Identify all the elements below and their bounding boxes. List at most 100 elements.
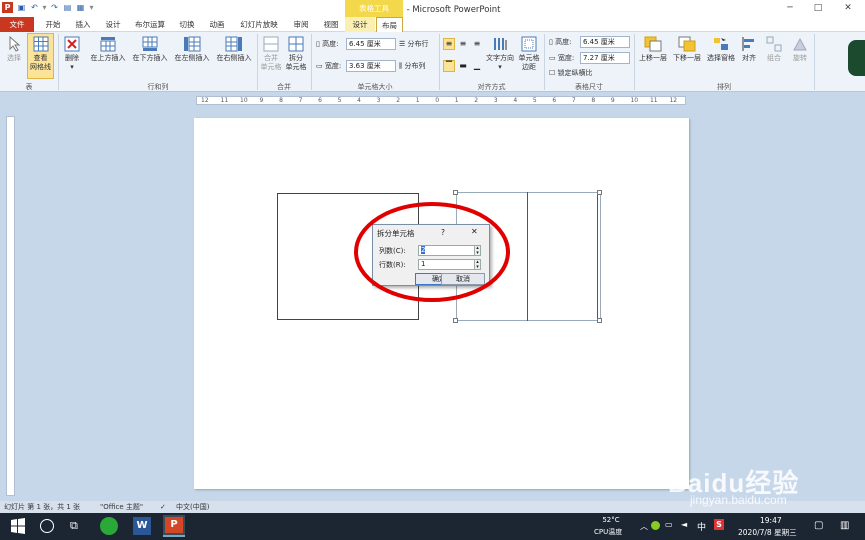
ruler-tick-label: 11 bbox=[220, 97, 229, 104]
cell-height-label: ▯ 高度: bbox=[316, 40, 339, 48]
ruler-tick-label: 0 bbox=[435, 97, 440, 104]
tab-design[interactable]: 设计 bbox=[100, 17, 126, 32]
volume-icon[interactable]: ◄ bbox=[681, 520, 687, 529]
view-label: 查看 bbox=[33, 54, 48, 62]
insert-right-button[interactable]: 在右侧插入 bbox=[213, 36, 255, 63]
insert-below-label: 在下方插入 bbox=[132, 54, 168, 62]
group-button[interactable]: 组合 bbox=[762, 36, 786, 63]
ruler-tick-label: 12 bbox=[669, 97, 678, 104]
tab-boolean[interactable]: 布尔运算 bbox=[130, 17, 170, 32]
selection-pane-icon bbox=[714, 38, 728, 50]
table-width-field[interactable]: 7.27 厘米 bbox=[580, 52, 630, 64]
language: 中文(中国) bbox=[176, 503, 210, 511]
align-right-icon[interactable]: ≡ bbox=[471, 38, 483, 50]
powerpoint-app-icon: P bbox=[165, 517, 183, 533]
resize-handle[interactable] bbox=[453, 318, 458, 323]
powerpoint-taskbar-item[interactable]: P bbox=[163, 515, 185, 537]
windows-start-icon[interactable] bbox=[10, 518, 26, 534]
selection-pane-button[interactable]: 选择窗格 bbox=[704, 36, 738, 63]
align-top-icon[interactable]: ▔ bbox=[443, 60, 455, 72]
maximize-button[interactable]: □ bbox=[808, 2, 828, 15]
cell-margins-button[interactable]: 单元格 边距 bbox=[516, 36, 542, 72]
selection-pane-label: 选择窗格 bbox=[707, 54, 735, 62]
delete-button[interactable]: 删除 ▾ bbox=[61, 36, 83, 72]
show-desktop-icon[interactable]: ▥ bbox=[840, 520, 849, 531]
select-button[interactable]: 选择 bbox=[3, 36, 25, 63]
tab-view[interactable]: 视图 bbox=[318, 17, 344, 32]
taskbar: ⧉ W P 52°C CPU温度 ︿ ▭ ◄ 中 S 19:47 2020/7/… bbox=[0, 513, 865, 540]
bring-forward-button[interactable]: 上移一层 bbox=[636, 36, 670, 63]
network-icon[interactable]: ▭ bbox=[665, 520, 673, 529]
tray-expand-icon[interactable]: ︿ bbox=[640, 521, 648, 532]
slide-info: 幻灯片 第 1 张，共 1 张 bbox=[4, 503, 81, 511]
text-direction-button[interactable]: 文字方向 ▾ bbox=[484, 36, 516, 72]
group-label-alignment: 对齐方式 bbox=[477, 83, 506, 91]
browser-app-icon[interactable] bbox=[100, 517, 118, 535]
search-icon[interactable] bbox=[40, 519, 54, 533]
merge-label-2: 单元格 bbox=[260, 63, 282, 71]
minimize-button[interactable]: ─ bbox=[780, 2, 800, 15]
tab-table-layout[interactable]: 布局 bbox=[376, 17, 403, 32]
align-left-icon[interactable]: ≡ bbox=[443, 38, 455, 50]
insert-below-button[interactable]: 在下方插入 bbox=[129, 36, 171, 63]
insert-left-button[interactable]: 在左侧插入 bbox=[171, 36, 213, 63]
distribute-cols-button[interactable]: ⫼ 分布列 bbox=[399, 61, 425, 72]
distribute-rows-button[interactable]: ☰ 分布行 bbox=[399, 39, 429, 50]
merge-cells-button[interactable]: 合并 单元格 bbox=[259, 36, 283, 72]
notification-icon[interactable]: ▢ bbox=[814, 520, 823, 531]
ime-indicator[interactable]: 中 bbox=[697, 520, 706, 533]
align-middle-icon[interactable]: ▬ bbox=[457, 60, 469, 72]
lock-ratio-label: 锁定纵横比 bbox=[557, 69, 593, 77]
clock-date: 2020/7/8 星期三 bbox=[738, 528, 797, 537]
resize-handle[interactable] bbox=[597, 318, 602, 323]
tray-app-icon[interactable] bbox=[651, 521, 660, 530]
align-center-icon[interactable]: ≡ bbox=[457, 38, 469, 50]
distribute-rows-label: 分布行 bbox=[407, 40, 429, 48]
antivirus-icon[interactable]: S bbox=[714, 519, 724, 530]
word-app-icon[interactable]: W bbox=[133, 517, 151, 535]
table-divider bbox=[527, 192, 528, 321]
resize-handle[interactable] bbox=[597, 190, 602, 195]
tab-insert[interactable]: 插入 bbox=[70, 17, 96, 32]
tab-slideshow[interactable]: 幻灯片放映 bbox=[234, 17, 284, 32]
ruler-tick-label: 8 bbox=[279, 97, 283, 104]
tab-home[interactable]: 开始 bbox=[40, 17, 66, 32]
ruler-tick-label: 12 bbox=[201, 97, 209, 104]
merge-cells-icon bbox=[263, 36, 279, 52]
align-button[interactable]: 对齐 bbox=[738, 36, 760, 63]
ruler-tick-label: 4 bbox=[357, 97, 361, 104]
ribbon-tabs: 文件 开始 插入 设计 布尔运算 切换 动画 幻灯片放映 审阅 视图 设计 布局 bbox=[0, 17, 865, 32]
lock-ratio-checkbox[interactable]: ☐ 锁定纵横比 bbox=[549, 68, 593, 79]
ruler-tick-label: 4 bbox=[513, 97, 518, 104]
insert-above-button[interactable]: 在上方插入 bbox=[87, 36, 129, 63]
table-height-field[interactable]: 6.45 厘米 bbox=[580, 36, 630, 48]
align-icon bbox=[742, 37, 754, 51]
tab-table-design[interactable]: 设计 bbox=[345, 17, 375, 32]
split-cells-button[interactable]: 拆分 单元格 bbox=[284, 36, 308, 72]
group-label-cell-size: 单元格大小 bbox=[357, 83, 393, 91]
rotate-button[interactable]: 旋转 bbox=[788, 36, 812, 63]
send-backward-button[interactable]: 下移一层 bbox=[670, 36, 704, 63]
ruler-tick-label: 7 bbox=[298, 97, 303, 104]
resize-handle[interactable] bbox=[453, 190, 458, 195]
spellcheck-icon[interactable]: ✓ bbox=[160, 501, 166, 513]
tab-animations[interactable]: 动画 bbox=[204, 17, 230, 32]
ruler-tick-label: 6 bbox=[318, 97, 322, 104]
group-label-merge: 合并 bbox=[277, 83, 291, 91]
cell-width-field[interactable]: 3.63 厘米 bbox=[346, 60, 396, 72]
send-backward-icon bbox=[678, 36, 696, 52]
cell-height-field[interactable]: 6.45 厘米 bbox=[346, 38, 396, 50]
task-view-icon[interactable]: ⧉ bbox=[70, 519, 78, 533]
title-bar: P ▣ ↶ ▾ ↷ ▤ ▦ ▾ 演示文稿1 - Microsoft PowerP… bbox=[0, 0, 865, 17]
split-label-1: 拆分 bbox=[289, 54, 303, 62]
close-button[interactable]: ✕ bbox=[838, 2, 858, 15]
ruler-tick-label: 1 bbox=[415, 97, 420, 104]
tab-file[interactable]: 文件 bbox=[0, 17, 34, 32]
tab-review[interactable]: 审阅 bbox=[288, 17, 314, 32]
view-gridlines-button[interactable]: 查看 网格线 bbox=[27, 33, 54, 79]
tab-transitions[interactable]: 切换 bbox=[174, 17, 200, 32]
ruler-tick-label: 9 bbox=[259, 97, 264, 104]
align-bottom-icon[interactable]: ▁ bbox=[471, 60, 483, 72]
text-direction-label: 文字方向 bbox=[486, 54, 514, 62]
insert-left-label: 在左侧插入 bbox=[174, 54, 210, 62]
